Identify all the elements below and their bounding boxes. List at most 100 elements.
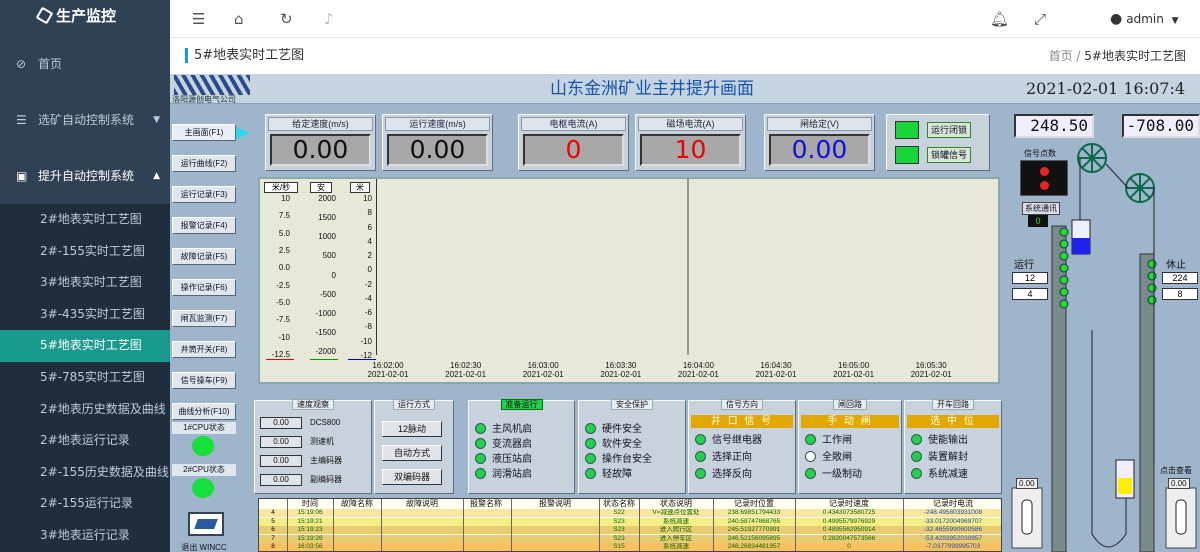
column-divider (287, 499, 288, 551)
signal-source-bar: 井 口 信 号 (691, 415, 793, 428)
column-header: 记录时电流 (933, 499, 973, 508)
sidebar-subitem-active[interactable]: 5#地表实时工艺图 (0, 330, 170, 362)
speaker-icon[interactable]: ♪ (324, 10, 334, 28)
status-row: 轻故障 (585, 468, 632, 481)
table-row[interactable]: 4 15:19:06 S22 V=减速点位置处 238.69851794433 0.434… (259, 509, 1001, 517)
tail-rope (1091, 330, 1127, 548)
nav-fault-record[interactable]: 故障记录(F5) (172, 248, 236, 265)
connecting-rope (1105, 163, 1129, 189)
status-lamp (585, 453, 596, 464)
panel-title: 准备运行 (469, 399, 574, 411)
meter-armature-current: 电枢电流(A) 0 (518, 114, 629, 171)
table-row[interactable]: 5 15:19:21 S23 系统减速 240.58747868765 0.4995579… (259, 517, 1001, 526)
status-row: 软件安全 (585, 438, 642, 451)
status-label: 系统减速 (928, 469, 968, 480)
fullscreen-icon[interactable]: ⤢ (1034, 10, 1046, 28)
meter-brake-setpoint: 闸给定(V) 0.00 (764, 114, 875, 171)
sidebar-item-label: 首页 (38, 57, 63, 71)
y3-tick: 6 (367, 222, 372, 232)
exit-icon[interactable] (188, 512, 224, 536)
sidebar-subitem[interactable]: 2#-155运行记录 (0, 488, 170, 520)
column-divider (511, 499, 512, 551)
legend-speed-line (266, 359, 294, 360)
run-lock-lamp (895, 121, 919, 139)
click-view-label[interactable]: 点击查看 (1160, 465, 1192, 476)
table-row[interactable]: 8 16:03:56 S15 系统减速 248.26834481957 0 -7.03779… (259, 543, 1001, 551)
sidebar-subitem[interactable]: 3#地表运行记录 (0, 519, 170, 552)
status-row: 信号继电器 (695, 434, 762, 447)
mode-12-pulse-button[interactable]: 12脉动 (382, 421, 442, 437)
sidebar-item-label: 提升自动控制系统 (38, 169, 135, 183)
refresh-icon[interactable]: ↻ (280, 10, 293, 28)
bell-icon[interactable]: 🔔︎ (990, 10, 1009, 28)
y1-tick: 0.0 (278, 263, 290, 273)
left-shaft-guide (1051, 225, 1067, 552)
sidebar-item-home[interactable]: ⊘ 首页 (0, 36, 170, 92)
meter-value: 0.00 (387, 134, 488, 166)
home-icon[interactable]: ⌂ (234, 10, 244, 28)
menu-fold-icon[interactable]: ☰ (192, 10, 205, 28)
status-label: 一级制动 (822, 469, 862, 480)
speed-value: 0.00 (260, 436, 302, 448)
cpu2-label: 2#CPU状态 (172, 464, 236, 476)
exit-wincc-label[interactable]: 退出 WINCC (172, 542, 236, 552)
unit-position: 米 (350, 182, 370, 193)
status-label: 润滑站启 (492, 469, 532, 480)
record-table[interactable]: 时间 故障名称 故障说明 报警名称 报警说明 状态名称 状态说明 记录时位置 记录时速度 记录时电… (258, 498, 1002, 552)
nav-curve-analysis[interactable]: 曲线分析(F10) (172, 403, 236, 420)
status-row: 使能输出 (911, 434, 968, 447)
user-menu[interactable]: ● admin ▼ (1110, 10, 1179, 30)
sidebar-subitem[interactable]: 3#地表实时工艺图 (0, 267, 170, 299)
sidebar-item-hoist[interactable]: ▣ 提升自动控制系统 ▲ (0, 148, 170, 204)
meter-value: 0.00 (769, 134, 870, 166)
nav-op-record[interactable]: 操作记录(F6) (172, 279, 236, 296)
nav-run-curve[interactable]: 运行曲线(F2) (172, 155, 236, 172)
table-cell: 238.69851794433 (727, 509, 781, 516)
nav-brake-monitor[interactable]: 闸瓦监测(F7) (172, 310, 236, 327)
position-lamp (1059, 263, 1069, 273)
column-divider (639, 499, 640, 551)
nav-signal-car[interactable]: 信号操车(F9) (172, 372, 236, 389)
y1-tick: -5.0 (276, 298, 290, 307)
left-skip-load (1072, 238, 1090, 254)
status-label: 软件安全 (602, 439, 642, 450)
sidebar-subitem[interactable]: 2#地表运行记录 (0, 425, 170, 457)
nav-run-record[interactable]: 运行记录(F3) (172, 186, 236, 203)
nav-main-screen[interactable]: 主画面(F1) (172, 124, 236, 141)
x-tick-time: 16:02:30 (450, 361, 482, 370)
sidebar-subitem[interactable]: 3#-435实时工艺图 (0, 298, 170, 331)
y3-tick: 8 (367, 208, 372, 218)
meter-run-speed: 运行速度(m/s) 0.00 (382, 114, 493, 171)
sidebar-subitem[interactable]: 2#-155历史数据及曲线 (0, 456, 170, 489)
nav-alarm-record[interactable]: 报警记录(F4) (172, 217, 236, 234)
table-header: 时间 故障名称 故障说明 报警名称 报警说明 状态名称 状态说明 记录时位置 记录时速度 记录时电… (259, 499, 1001, 508)
speed-source: 副编码器 (310, 475, 342, 484)
mode-dual-encoder-button[interactable]: 双编码器 (382, 469, 442, 485)
breadcrumb-home[interactable]: 首页 (1049, 49, 1073, 63)
status-row: 选择正向 (695, 451, 752, 464)
x-tick-time: 16:04:00 (682, 361, 714, 370)
meter-label: 电枢电流(A) (521, 117, 626, 131)
column-divider (713, 499, 714, 551)
sidebar-subitem[interactable]: 2#地表实时工艺图 (0, 204, 170, 236)
y3-tick: -8 (364, 322, 372, 332)
nav-shaft-switch[interactable]: 井筒开关(F8) (172, 341, 236, 358)
x-tick-date: 2021-02-01 (445, 370, 487, 379)
x-tick: 16:02:30 2021-02-01 (436, 361, 496, 379)
sidebar-item-beneficiation[interactable]: ☰ 选矿自动控制系统 ▼ (0, 92, 170, 148)
mode-auto-button[interactable]: 自动方式 (382, 445, 442, 461)
sidebar-subitem[interactable]: 5#-785实时工艺图 (0, 361, 170, 394)
table-row[interactable]: 7 15:19:26 S23 进入停车区 246.52156095895 0.282004… (259, 534, 1001, 543)
speed-value: 0.00 (260, 455, 302, 467)
y1-tick: -7.5 (276, 315, 290, 325)
table-cell: 7 (271, 534, 275, 542)
status-row: 装置解封 (911, 451, 968, 464)
breadcrumb-sep: / (1076, 49, 1081, 63)
sidebar-subitem[interactable]: 2#-155实时工艺图 (0, 235, 170, 268)
panel-title: 开车回路 (905, 399, 1001, 411)
status-lamp (475, 438, 486, 449)
panel-title: 闸回路 (799, 399, 901, 411)
sidebar-subitem[interactable]: 2#地表历史数据及曲线 (0, 393, 170, 426)
table-row[interactable]: 6 15:19:23 S23 进入爬行区 245.51927770991 0.489556… (259, 526, 1001, 535)
status-lamp (805, 468, 816, 479)
